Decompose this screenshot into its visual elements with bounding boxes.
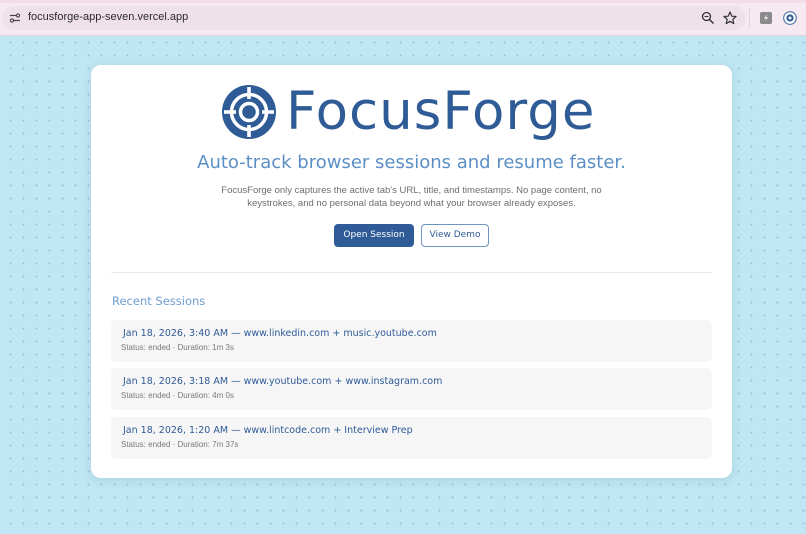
tagline: Auto-track browser sessions and resume f… bbox=[197, 152, 626, 173]
section-divider bbox=[111, 272, 712, 273]
session-title: Jan 18, 2026, 3:40 AM — www.linkedin.com… bbox=[123, 328, 437, 339]
session-title: Jan 18, 2026, 3:18 AM — www.youtube.com … bbox=[123, 376, 443, 387]
session-title: Jan 18, 2026, 1:20 AM — www.lintcode.com… bbox=[123, 425, 413, 436]
session-meta: Status: ended · Duration: 7m 37s bbox=[121, 440, 239, 449]
session-item[interactable]: Jan 18, 2026, 3:18 AM — www.youtube.com … bbox=[111, 368, 712, 410]
extension-icon[interactable] bbox=[759, 11, 773, 25]
toolbar-separator bbox=[749, 8, 750, 28]
session-item[interactable]: Jan 18, 2026, 3:40 AM — www.linkedin.com… bbox=[111, 320, 712, 362]
bookmark-star-icon[interactable] bbox=[723, 11, 737, 25]
session-item[interactable]: Jan 18, 2026, 1:20 AM — www.lintcode.com… bbox=[111, 417, 712, 459]
profile-icon[interactable] bbox=[783, 11, 797, 25]
tab-strip-edge bbox=[0, 0, 806, 3]
session-meta: Status: ended · Duration: 4m 0s bbox=[121, 391, 234, 400]
site-info-icon[interactable] bbox=[9, 12, 21, 24]
open-session-button[interactable]: Open Session bbox=[334, 224, 414, 247]
zoom-icon[interactable] bbox=[701, 11, 715, 25]
browser-toolbar: focusforge-app-seven.vercel.app bbox=[0, 0, 806, 36]
session-meta: Status: ended · Duration: 1m 3s bbox=[121, 343, 234, 352]
url-text[interactable]: focusforge-app-seven.vercel.app bbox=[28, 11, 188, 23]
view-demo-button[interactable]: View Demo bbox=[421, 224, 489, 247]
target-logo-icon bbox=[222, 85, 276, 139]
recent-sessions-heading: Recent Sessions bbox=[112, 294, 206, 308]
brand-name: FocusForge bbox=[286, 81, 596, 142]
privacy-note: FocusForge only captures the active tab'… bbox=[221, 185, 602, 209]
